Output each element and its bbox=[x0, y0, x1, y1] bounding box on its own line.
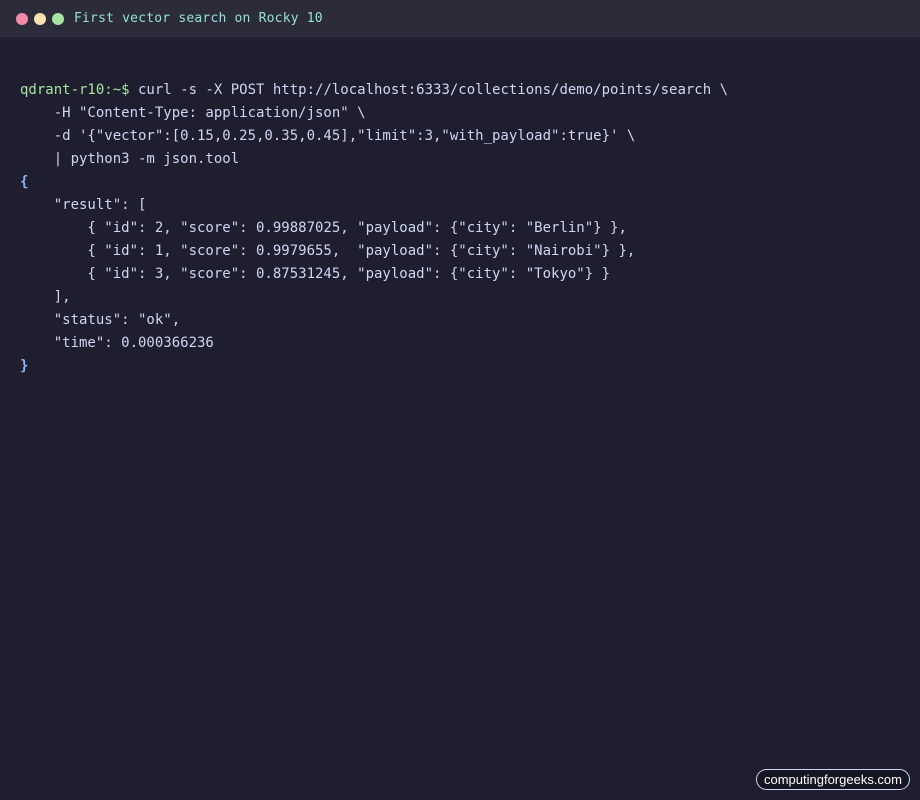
command-data-line: -d '{"vector":[0.15,0.25,0.35,0.45],"lim… bbox=[20, 128, 636, 144]
command-line: qdrant-r10:~$ curl -s -X POST http://loc… bbox=[20, 79, 920, 102]
command-pipe-line: | python3 -m json.tool bbox=[20, 151, 240, 167]
shell-prompt: qdrant-r10:~$ bbox=[20, 82, 130, 98]
json-result-close: ], bbox=[20, 289, 71, 305]
command-header-line: -H "Content-Type: application/json" \ bbox=[20, 105, 366, 121]
json-result-row: { "id": 2, "score": 0.99887025, "payload… bbox=[20, 220, 627, 236]
json-time: "time": 0.000366236 bbox=[20, 335, 214, 351]
terminal-output[interactable]: qdrant-r10:~$ curl -s -X POST http://loc… bbox=[0, 38, 920, 424]
command-text: curl -s -X POST http://localhost:6333/co… bbox=[129, 82, 729, 98]
watermark-badge: computingforgeeks.com bbox=[755, 769, 910, 790]
json-result-row: { "id": 3, "score": 0.87531245, "payload… bbox=[20, 266, 611, 282]
json-result-key: "result": [ bbox=[20, 197, 147, 213]
maximize-button[interactable] bbox=[52, 12, 64, 25]
title-bar: First vector search on Rocky 10 bbox=[0, 0, 920, 38]
json-close-brace: } bbox=[20, 358, 29, 374]
window-title: First vector search on Rocky 10 bbox=[74, 11, 323, 26]
json-open-brace: { bbox=[20, 174, 29, 190]
json-status: "status": "ok", bbox=[20, 312, 181, 328]
close-button[interactable] bbox=[16, 12, 28, 25]
terminal-window: First vector search on Rocky 10 qdrant-r… bbox=[0, 0, 920, 800]
minimize-button[interactable] bbox=[34, 12, 46, 25]
json-result-row: { "id": 1, "score": 0.9979655, "payload"… bbox=[20, 243, 636, 259]
